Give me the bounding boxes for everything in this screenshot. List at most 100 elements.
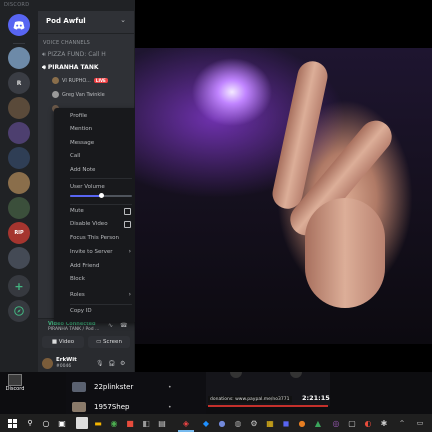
home-icon[interactable] — [8, 14, 30, 36]
webcam-thumb — [290, 372, 302, 378]
video-hand-shape — [305, 198, 385, 308]
cortana-icon[interactable]: ○ — [40, 417, 52, 429]
user-tag: #0046 — [56, 364, 72, 369]
volume-slider[interactable] — [70, 193, 132, 198]
screen-button[interactable]: ▭ Screen — [88, 336, 130, 348]
guild-header[interactable]: Pod Awful ⌄ — [38, 11, 134, 34]
add-server-icon[interactable]: + — [8, 275, 30, 297]
server-icon[interactable] — [8, 122, 30, 144]
menu-item-mute[interactable]: Mute — [70, 208, 84, 214]
avatar — [72, 402, 86, 412]
screen-icon: ▭ — [96, 339, 104, 345]
taskbar: ⚲ ○ ▣ ▬ ◉ ■ ◧ ▤ ◈ ◆ ● ◍ ⚙ ▦ ◼ ● ▲ ◎ ▢ ◐ … — [0, 414, 432, 432]
chevron-down-icon: ⌄ — [120, 16, 126, 24]
disconnect-icon[interactable]: ☎︎ — [120, 322, 127, 329]
menu-item-block[interactable]: Block — [70, 276, 85, 282]
app-icon[interactable]: ▢ — [346, 417, 358, 429]
video-frame — [135, 48, 432, 344]
stream-view[interactable] — [135, 0, 432, 372]
voice-user[interactable]: VI RUPHO... LIVE — [52, 77, 108, 84]
menu-divider — [70, 178, 132, 179]
video-button[interactable]: ■ Video — [42, 336, 84, 348]
app-name: DISCORD — [4, 2, 30, 8]
avatar — [52, 91, 59, 98]
menu-item-focus[interactable]: Focus This Person — [70, 235, 119, 241]
avatar[interactable] — [42, 358, 53, 369]
notification-icon[interactable]: ▭ — [414, 417, 426, 429]
mute-checkbox[interactable] — [124, 208, 131, 215]
server-rail: R RIP + — [4, 13, 34, 371]
webcam-thumb — [230, 372, 242, 378]
menu-divider — [70, 304, 132, 305]
steam-icon[interactable]: ◍ — [232, 417, 244, 429]
live-badge: LIVE — [93, 78, 108, 83]
app-icon[interactable]: ▲ — [312, 417, 324, 429]
menu-item-disable-video[interactable]: Disable Video — [70, 221, 108, 227]
menu-item-mention[interactable]: Mention — [70, 126, 92, 132]
server-icon[interactable]: R — [8, 72, 30, 94]
donation-url: donations: www.paypal.me/no3771 — [208, 396, 292, 403]
menu-item-message[interactable]: Message — [70, 140, 94, 146]
noise-icon[interactable]: ∿ — [108, 322, 113, 329]
app-icon[interactable]: ◐ — [362, 417, 374, 429]
server-icon[interactable]: RIP — [8, 222, 30, 244]
app-icon[interactable]: ◈ — [180, 417, 192, 429]
server-icon[interactable] — [8, 47, 30, 69]
app-icon[interactable]: ■ — [124, 417, 136, 429]
app-icon[interactable]: ◧ — [140, 417, 152, 429]
guild-name: Pod Awful — [46, 17, 86, 25]
app-icon[interactable]: ▦ — [264, 417, 276, 429]
menu-divider — [70, 204, 132, 205]
voice-user[interactable]: Greg Van Twinkle — [52, 91, 105, 98]
headphones-icon[interactable]: 🎧︎ — [108, 360, 116, 367]
windows-start-icon[interactable] — [6, 417, 18, 429]
menu-item-roles[interactable]: Roles — [70, 292, 85, 298]
app-icon[interactable]: ⚙ — [248, 417, 260, 429]
menu-item-call[interactable]: Call — [70, 153, 80, 159]
list-item[interactable]: 1957Shep — [72, 402, 129, 412]
menu-item-add-friend[interactable]: Add Friend — [70, 263, 99, 269]
app-icon[interactable]: ✱ — [378, 417, 390, 429]
app-icon[interactable]: ◎ — [330, 417, 342, 429]
disable-video-checkbox[interactable] — [124, 221, 131, 228]
desktop-icon-discord[interactable]: Discord — [2, 374, 28, 392]
chrome-icon[interactable]: ◉ — [108, 417, 120, 429]
volume-handle[interactable] — [98, 193, 104, 198]
voice-channel-name[interactable]: PIRANHA TANK / Pod ... — [48, 327, 99, 332]
microphone-icon[interactable]: 🎙︎ — [96, 360, 104, 367]
menu-item-add-note[interactable]: Add Note — [70, 167, 95, 173]
task-view-icon[interactable]: ▣ — [56, 417, 68, 429]
list-item[interactable]: 22plinkster — [72, 382, 133, 392]
voice-channel-piranha-tank[interactable]: 🔊︎ PIRANHA TANK — [42, 64, 99, 72]
shortcut-icon — [8, 374, 22, 386]
title-bar: DISCORD — [0, 0, 135, 11]
app-icon[interactable]: ● — [296, 417, 308, 429]
server-icon[interactable] — [8, 97, 30, 119]
gear-icon[interactable]: ⚙ — [120, 360, 125, 367]
app-icon[interactable]: ◼ — [280, 417, 292, 429]
voice-channel-pizza-fund[interactable]: 🔊︎ PIZZA FUND: Call H — [42, 51, 106, 59]
server-icon[interactable] — [8, 147, 30, 169]
server-icon[interactable] — [8, 197, 30, 219]
tray-overflow-icon[interactable]: ^ — [396, 417, 408, 429]
app-icon[interactable] — [76, 417, 88, 429]
search-icon[interactable]: ⚲ — [24, 417, 36, 429]
stream-timer: 2:21:15 — [302, 394, 330, 402]
folder-icon[interactable]: ▬ — [92, 417, 104, 429]
explore-icon[interactable] — [8, 300, 30, 322]
category-label: VOICE CHANNELS — [43, 40, 91, 46]
avatar — [52, 77, 59, 84]
chevron-right-icon: › — [128, 291, 131, 298]
app-icon[interactable]: ◆ — [200, 417, 212, 429]
discord-taskbar-icon[interactable]: ● — [216, 417, 228, 429]
bullet-icon: • — [168, 404, 172, 411]
voice-connection-panel: Video Connected PIRANHA TANK / Pod ... ∿… — [38, 318, 134, 355]
server-icon[interactable] — [8, 172, 30, 194]
server-icon[interactable] — [8, 247, 30, 269]
app-icon[interactable]: ▤ — [156, 417, 168, 429]
menu-item-invite[interactable]: Invite to Server — [70, 249, 113, 255]
chevron-right-icon: › — [128, 248, 131, 255]
menu-item-copy-id[interactable]: Copy ID — [70, 308, 92, 314]
user-panel: ErkWit #0046 🎙︎ 🎧︎ ⚙ — [38, 354, 134, 372]
menu-item-profile[interactable]: Profile — [70, 113, 87, 119]
